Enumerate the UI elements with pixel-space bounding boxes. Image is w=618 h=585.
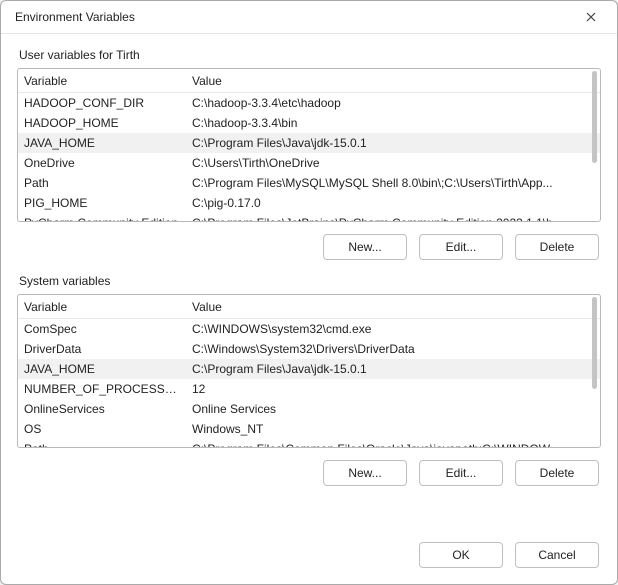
variable-cell: Path <box>24 176 192 190</box>
table-row[interactable]: PIG_HOME C:\pig-0.17.0 <box>18 193 600 213</box>
table-row[interactable]: Path C:\Program Files\Common Files\Oracl… <box>18 439 600 448</box>
value-cell: C:\Program Files\MySQL\MySQL Shell 8.0\b… <box>192 176 594 190</box>
system-list-scrollbar[interactable] <box>591 297 598 445</box>
dialog-title: Environment Variables <box>15 10 135 24</box>
close-button[interactable] <box>577 7 605 27</box>
value-cell: C:\WINDOWS\system32\cmd.exe <box>192 322 594 336</box>
variable-cell: HADOOP_HOME <box>24 116 192 130</box>
value-cell: C:\pig-0.17.0 <box>192 196 594 210</box>
ok-button[interactable]: OK <box>419 542 503 568</box>
user-variables-section: User variables for Tirth Variable Value … <box>17 48 601 260</box>
user-new-button[interactable]: New... <box>323 234 407 260</box>
system-new-button[interactable]: New... <box>323 460 407 486</box>
table-row[interactable]: JAVA_HOME C:\Program Files\Java\jdk-15.0… <box>18 359 600 379</box>
value-cell: C:\hadoop-3.3.4\bin <box>192 116 594 130</box>
user-buttons-row: New... Edit... Delete <box>17 228 601 260</box>
value-cell: Online Services <box>192 402 594 416</box>
table-row[interactable]: ComSpec C:\WINDOWS\system32\cmd.exe <box>18 319 600 339</box>
table-row[interactable]: DriverData C:\Windows\System32\Drivers\D… <box>18 339 600 359</box>
user-header-variable[interactable]: Variable <box>24 74 192 88</box>
system-list-header: Variable Value <box>18 295 600 319</box>
value-cell: C:\Windows\System32\Drivers\DriverData <box>192 342 594 356</box>
table-row[interactable]: PyCharm Community Edition C:\Program Fil… <box>18 213 600 222</box>
system-header-variable[interactable]: Variable <box>24 300 192 314</box>
dialog-content: User variables for Tirth Variable Value … <box>1 34 617 530</box>
titlebar: Environment Variables <box>1 1 617 34</box>
table-row[interactable]: JAVA_HOME C:\Program Files\Java\jdk-15.0… <box>18 133 600 153</box>
system-list-rows: ComSpec C:\WINDOWS\system32\cmd.exe Driv… <box>18 319 600 448</box>
variable-cell: OneDrive <box>24 156 192 170</box>
cancel-button[interactable]: Cancel <box>515 542 599 568</box>
system-buttons-row: New... Edit... Delete <box>17 454 601 486</box>
system-edit-button[interactable]: Edit... <box>419 460 503 486</box>
environment-variables-dialog: Environment Variables User variables for… <box>0 0 618 585</box>
variable-cell: OnlineServices <box>24 402 192 416</box>
scrollbar-thumb[interactable] <box>592 297 597 389</box>
variable-cell: ComSpec <box>24 322 192 336</box>
system-header-value[interactable]: Value <box>192 300 594 314</box>
user-edit-button[interactable]: Edit... <box>419 234 503 260</box>
user-list-scrollbar[interactable] <box>591 71 598 219</box>
value-cell: 12 <box>192 382 594 396</box>
user-list-header: Variable Value <box>18 69 600 93</box>
variable-cell: Path <box>24 442 192 448</box>
table-row[interactable]: OnlineServices Online Services <box>18 399 600 419</box>
variable-cell: HADOOP_CONF_DIR <box>24 96 192 110</box>
system-variables-section: System variables Variable Value ComSpec … <box>17 274 601 486</box>
value-cell: C:\hadoop-3.3.4\etc\hadoop <box>192 96 594 110</box>
system-variables-label: System variables <box>17 274 601 288</box>
value-cell: C:\Program Files\Java\jdk-15.0.1 <box>192 362 594 376</box>
variable-cell: JAVA_HOME <box>24 362 192 376</box>
system-variables-listbox[interactable]: Variable Value ComSpec C:\WINDOWS\system… <box>17 294 601 448</box>
variable-cell: JAVA_HOME <box>24 136 192 150</box>
table-row[interactable]: NUMBER_OF_PROCESSORS 12 <box>18 379 600 399</box>
value-cell: C:\Program Files\JetBrains\PyCharm Commu… <box>192 216 594 222</box>
value-cell: C:\Program Files\Java\jdk-15.0.1 <box>192 136 594 150</box>
table-row[interactable]: HADOOP_CONF_DIR C:\hadoop-3.3.4\etc\hado… <box>18 93 600 113</box>
value-cell: C:\Program Files\Common Files\Oracle\Jav… <box>192 442 594 448</box>
user-variables-listbox[interactable]: Variable Value HADOOP_CONF_DIR C:\hadoop… <box>17 68 601 222</box>
value-cell: Windows_NT <box>192 422 594 436</box>
value-cell: C:\Users\Tirth\OneDrive <box>192 156 594 170</box>
table-row[interactable]: HADOOP_HOME C:\hadoop-3.3.4\bin <box>18 113 600 133</box>
dialog-footer: OK Cancel <box>1 530 617 584</box>
close-icon <box>586 12 596 22</box>
variable-cell: NUMBER_OF_PROCESSORS <box>24 382 192 396</box>
user-list-rows: HADOOP_CONF_DIR C:\hadoop-3.3.4\etc\hado… <box>18 93 600 222</box>
table-row[interactable]: OS Windows_NT <box>18 419 600 439</box>
table-row[interactable]: Path C:\Program Files\MySQL\MySQL Shell … <box>18 173 600 193</box>
user-header-value[interactable]: Value <box>192 74 594 88</box>
variable-cell: PIG_HOME <box>24 196 192 210</box>
user-delete-button[interactable]: Delete <box>515 234 599 260</box>
variable-cell: OS <box>24 422 192 436</box>
variable-cell: PyCharm Community Edition <box>24 216 192 222</box>
table-row[interactable]: OneDrive C:\Users\Tirth\OneDrive <box>18 153 600 173</box>
scrollbar-thumb[interactable] <box>592 71 597 163</box>
system-delete-button[interactable]: Delete <box>515 460 599 486</box>
user-variables-label: User variables for Tirth <box>17 48 601 62</box>
variable-cell: DriverData <box>24 342 192 356</box>
